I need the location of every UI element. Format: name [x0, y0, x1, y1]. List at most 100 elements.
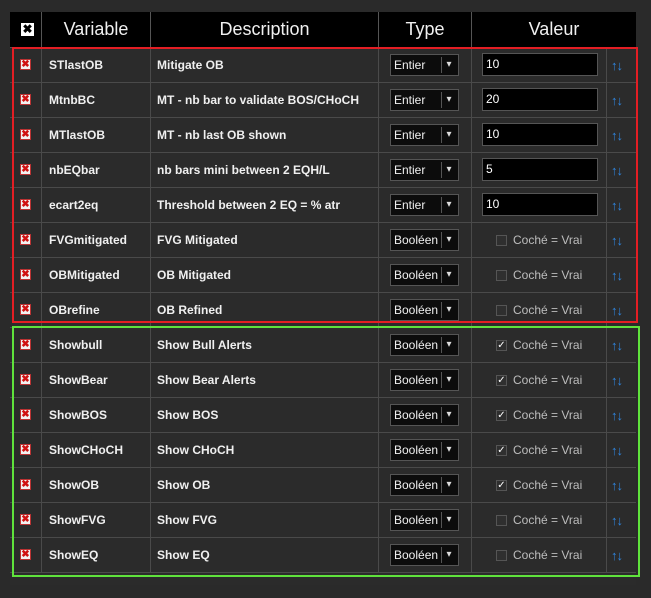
delete-icon[interactable]: ✖ [20, 444, 31, 455]
chevron-down-icon[interactable]: ▾ [441, 547, 456, 563]
value-checkbox[interactable]: ✓ [496, 410, 507, 421]
type-select[interactable]: Booléen ▾ [390, 404, 459, 426]
table-row: ✖ OBrefine OB Refined Booléen ▾ Coché = Vrai ↑… [10, 293, 636, 328]
delete-icon[interactable]: ✖ [20, 269, 31, 280]
chevron-down-icon[interactable]: ▾ [441, 302, 456, 318]
type-select-value: Booléen [394, 408, 439, 422]
delete-icon[interactable]: ✖ [20, 304, 31, 315]
move-down-icon[interactable]: ↓ [617, 93, 623, 108]
move-down-icon[interactable]: ↓ [617, 373, 623, 388]
chevron-down-icon[interactable]: ▾ [441, 372, 456, 388]
chevron-down-icon[interactable]: ▾ [441, 92, 456, 108]
reorder-arrows: ↑↓ [611, 128, 623, 143]
chevron-down-icon[interactable]: ▾ [441, 477, 456, 493]
delete-cell: ✖ [10, 328, 42, 362]
move-down-icon[interactable]: ↓ [617, 443, 623, 458]
value-input[interactable]: 10 [482, 53, 598, 76]
reorder-arrows: ↑↓ [611, 268, 623, 283]
variable-name: ecart2eq [49, 198, 99, 212]
variable-name: FVGmitigated [49, 233, 128, 247]
reorder-arrows: ↑↓ [611, 58, 623, 73]
move-down-icon[interactable]: ↓ [617, 268, 623, 283]
value-input[interactable]: 5 [482, 158, 598, 181]
reorder-arrows: ↑↓ [611, 373, 623, 388]
type-select-value: Booléen [394, 303, 439, 317]
move-down-icon[interactable]: ↓ [617, 128, 623, 143]
type-select[interactable]: Booléen ▾ [390, 474, 459, 496]
value-checkbox[interactable] [496, 305, 507, 316]
type-select[interactable]: Booléen ▾ [390, 334, 459, 356]
reorder-arrows: ↑↓ [611, 198, 623, 213]
move-down-icon[interactable]: ↓ [617, 303, 623, 318]
type-select[interactable]: Booléen ▾ [390, 369, 459, 391]
move-down-icon[interactable]: ↓ [617, 338, 623, 353]
chevron-down-icon[interactable]: ▾ [441, 407, 456, 423]
column-header-type: Type [379, 12, 472, 47]
delete-cell: ✖ [10, 223, 42, 257]
delete-icon[interactable]: ✖ [20, 59, 31, 70]
close-icon[interactable]: ✖ [21, 23, 34, 36]
value-input[interactable]: 10 [482, 123, 598, 146]
value-input[interactable]: 20 [482, 88, 598, 111]
variable-description: OB Mitigated [157, 268, 231, 282]
variable-name: ShowEQ [49, 548, 99, 562]
delete-icon[interactable]: ✖ [20, 94, 31, 105]
type-select[interactable]: Booléen ▾ [390, 509, 459, 531]
table-row: ✖ ShowBear Show Bear Alerts Booléen ▾ ✓ Coché … [10, 363, 636, 398]
table-row: ✖ ShowBOS Show BOS Booléen ▾ ✓ Coché = Vrai ↑↓ [10, 398, 636, 433]
chevron-down-icon[interactable]: ▾ [441, 232, 456, 248]
move-down-icon[interactable]: ↓ [617, 58, 623, 73]
type-select[interactable]: Entier ▾ [390, 89, 459, 111]
chevron-down-icon[interactable]: ▾ [441, 162, 456, 178]
delete-icon[interactable]: ✖ [20, 199, 31, 210]
type-select[interactable]: Entier ▾ [390, 124, 459, 146]
variable-description: Mitigate OB [157, 58, 224, 72]
type-select[interactable]: Booléen ▾ [390, 544, 459, 566]
move-down-icon[interactable]: ↓ [617, 548, 623, 563]
chevron-down-icon[interactable]: ▾ [441, 197, 456, 213]
type-select[interactable]: Entier ▾ [390, 194, 459, 216]
type-select[interactable]: Booléen ▾ [390, 264, 459, 286]
chevron-down-icon[interactable]: ▾ [441, 337, 456, 353]
chevron-down-icon[interactable]: ▾ [441, 267, 456, 283]
value-checkbox[interactable]: ✓ [496, 340, 507, 351]
delete-icon[interactable]: ✖ [20, 514, 31, 525]
value-checkbox[interactable] [496, 235, 507, 246]
chevron-down-icon[interactable]: ▾ [441, 57, 456, 73]
type-select[interactable]: Booléen ▾ [390, 439, 459, 461]
delete-icon[interactable]: ✖ [20, 339, 31, 350]
type-select[interactable]: Entier ▾ [390, 159, 459, 181]
delete-icon[interactable]: ✖ [20, 374, 31, 385]
chevron-down-icon[interactable]: ▾ [441, 512, 456, 528]
type-select[interactable]: Booléen ▾ [390, 299, 459, 321]
move-down-icon[interactable]: ↓ [617, 408, 623, 423]
value-checkbox[interactable]: ✓ [496, 480, 507, 491]
value-checkbox[interactable]: ✓ [496, 445, 507, 456]
delete-icon[interactable]: ✖ [20, 409, 31, 420]
move-down-icon[interactable]: ↓ [617, 163, 623, 178]
delete-icon[interactable]: ✖ [20, 234, 31, 245]
value-checkbox[interactable]: ✓ [496, 375, 507, 386]
move-down-icon[interactable]: ↓ [617, 513, 623, 528]
value-checkbox[interactable] [496, 550, 507, 561]
value-checkbox[interactable] [496, 515, 507, 526]
chevron-down-icon[interactable]: ▾ [441, 442, 456, 458]
move-down-icon[interactable]: ↓ [617, 478, 623, 493]
delete-icon[interactable]: ✖ [20, 129, 31, 140]
delete-icon[interactable]: ✖ [20, 164, 31, 175]
delete-icon[interactable]: ✖ [20, 479, 31, 490]
move-down-icon[interactable]: ↓ [617, 233, 623, 248]
chevron-down-icon[interactable]: ▾ [441, 127, 456, 143]
variable-description: MT - nb bar to validate BOS/CHoCH [157, 93, 360, 107]
move-down-icon[interactable]: ↓ [617, 198, 623, 213]
variable-name: STlastOB [49, 58, 104, 72]
type-select[interactable]: Entier ▾ [390, 54, 459, 76]
reorder-arrows: ↑↓ [611, 478, 623, 493]
value-input[interactable]: 10 [482, 193, 598, 216]
type-select[interactable]: Booléen ▾ [390, 229, 459, 251]
reorder-arrows: ↑↓ [611, 93, 623, 108]
delete-icon[interactable]: ✖ [20, 549, 31, 560]
type-select-value: Booléen [394, 268, 439, 282]
value-checkbox[interactable] [496, 270, 507, 281]
variable-description: Show FVG [157, 513, 217, 527]
